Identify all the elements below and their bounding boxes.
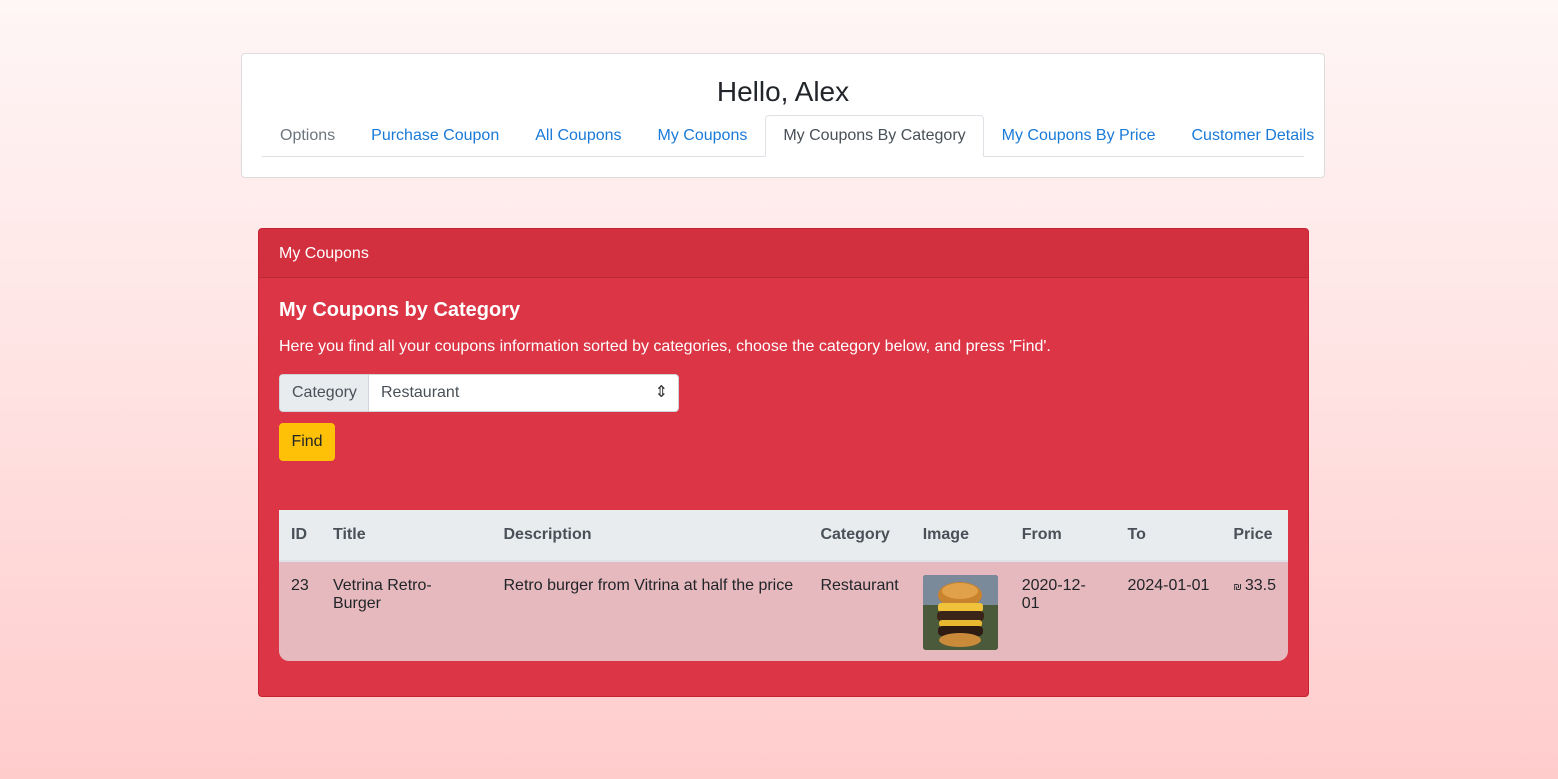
find-button[interactable]: Find xyxy=(279,423,335,461)
cell-to: 2024-01-01 xyxy=(1115,561,1222,661)
tab-my-coupons-by-price[interactable]: My Coupons By Price xyxy=(984,115,1174,156)
table-row: 23 Vetrina Retro-Burger Retro burger fro… xyxy=(279,561,1288,661)
panel-description: Here you find all your coupons informati… xyxy=(279,338,1051,355)
column-header-description: Description xyxy=(491,510,809,562)
category-input-group: Category Restaurant ⇕ xyxy=(279,374,679,412)
cell-description: Retro burger from Vitrina at half the pr… xyxy=(491,561,809,661)
panel-title: My Coupons by Category xyxy=(279,299,521,321)
tab-customer-details[interactable]: Customer Details xyxy=(1174,115,1333,156)
category-select-value: Restaurant xyxy=(381,384,460,401)
tab-my-coupons[interactable]: My Coupons xyxy=(640,115,766,156)
nav-tabs: Options Purchase Coupon All Coupons My C… xyxy=(262,115,1314,157)
panel-header: My Coupons xyxy=(259,229,1308,278)
my-coupons-panel: My Coupons My Coupons by Category Here y… xyxy=(258,228,1309,697)
price-value: 33.5 xyxy=(1244,577,1276,594)
cell-from: 2020-12-01 xyxy=(1009,561,1116,661)
category-label: Category xyxy=(280,375,369,411)
select-arrows-icon: ⇕ xyxy=(654,384,668,401)
column-header-price: Price xyxy=(1221,510,1288,562)
header-card: Hello, Alex Options Purchase Coupon All … xyxy=(241,53,1325,178)
cell-price: ₪ 33.5 xyxy=(1221,561,1288,661)
column-header-category: Category xyxy=(808,510,911,562)
cell-id: 23 xyxy=(279,561,321,661)
tab-all-coupons[interactable]: All Coupons xyxy=(517,115,639,156)
cell-image xyxy=(910,561,1010,661)
tab-purchase-coupon[interactable]: Purchase Coupon xyxy=(353,115,517,156)
table-header-row: ID Title Description Category Image From… xyxy=(279,510,1288,562)
cell-title: Vetrina Retro-Burger xyxy=(320,561,492,661)
cell-category: Restaurant xyxy=(808,561,911,661)
column-header-to: To xyxy=(1115,510,1222,562)
column-header-title: Title xyxy=(320,510,492,562)
category-select[interactable]: Restaurant ⇕ xyxy=(369,375,678,411)
tab-options: Options xyxy=(280,127,336,144)
column-header-id: ID xyxy=(279,510,321,562)
currency-symbol: ₪ xyxy=(1233,582,1242,593)
greeting: Hello, Alex xyxy=(716,76,850,107)
burger-image xyxy=(922,575,998,650)
coupons-table: ID Title Description Category Image From… xyxy=(279,510,1288,661)
column-header-image: Image xyxy=(910,510,1010,562)
tab-my-coupons-by-category[interactable]: My Coupons By Category xyxy=(765,115,984,157)
column-header-from: From xyxy=(1009,510,1116,562)
